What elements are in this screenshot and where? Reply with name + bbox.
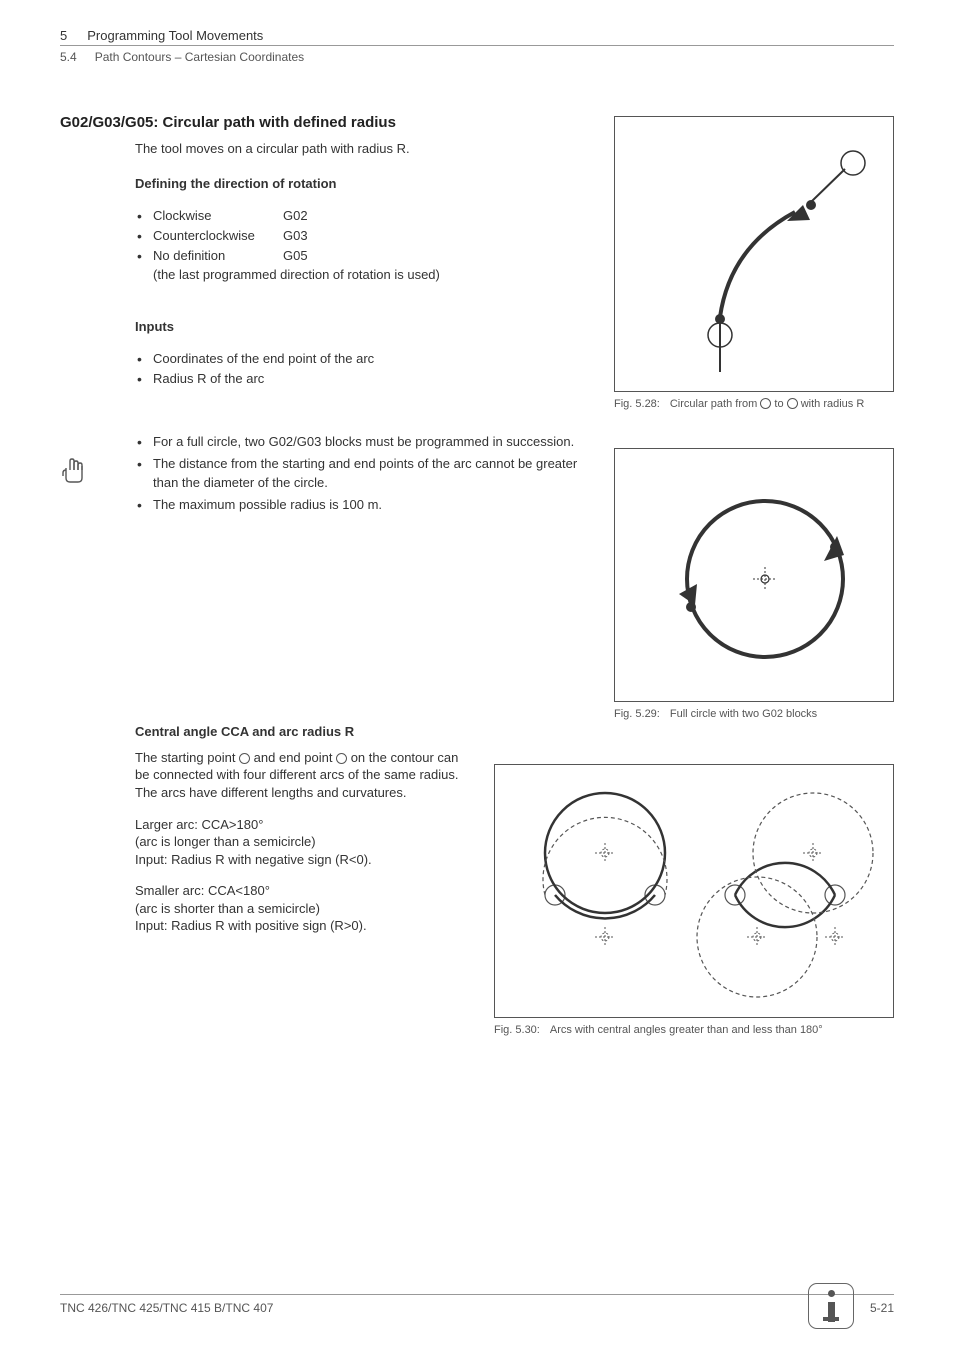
chapter-number: 5 bbox=[60, 28, 67, 43]
cca-heading: Central angle CCA and arc radius R bbox=[135, 724, 465, 739]
inputs-list: Coordinates of the end point of the arc … bbox=[135, 350, 635, 388]
rotation-list: Clockwise G02 Counterclockwise G03 No de… bbox=[135, 207, 635, 284]
figure-5-28-caption: Fig. 5.28: Circular path from to with ra… bbox=[614, 398, 894, 410]
smaller-arc-block: Smaller arc: CCA<180° (arc is shorter th… bbox=[135, 882, 465, 935]
note-hand-icon bbox=[60, 456, 88, 486]
notes-list: For a full circle, two G02/G03 blocks mu… bbox=[135, 433, 605, 514]
footer-left: TNC 426/TNC 425/TNC 415 B/TNC 407 bbox=[60, 1301, 273, 1315]
rotation-item: Counterclockwise G03 bbox=[135, 227, 635, 245]
figure-5-29 bbox=[614, 448, 894, 702]
figure-5-30-caption: Fig. 5.30: Arcs with central angles grea… bbox=[494, 1024, 894, 1036]
cca-description: The starting point and end point on the … bbox=[135, 749, 465, 802]
chapter-header: 5 Programming Tool Movements bbox=[60, 28, 894, 46]
rotation-item: Clockwise G02 bbox=[135, 207, 635, 225]
page-footer: TNC 426/TNC 425/TNC 415 B/TNC 407 5-21 bbox=[60, 1294, 894, 1315]
inputs-item: Coordinates of the end point of the arc bbox=[135, 350, 635, 368]
start-point-icon bbox=[239, 753, 250, 764]
section-number: 5.4 bbox=[60, 50, 77, 64]
section-title: Path Contours – Cartesian Coordinates bbox=[95, 50, 304, 64]
note-item: The distance from the starting and end p… bbox=[135, 455, 605, 491]
end-point-icon bbox=[336, 753, 347, 764]
start-point-icon bbox=[760, 398, 771, 409]
figure-5-30 bbox=[494, 764, 894, 1018]
rotation-subhead: Defining the direction of rotation bbox=[135, 176, 635, 191]
inputs-subhead: Inputs bbox=[135, 319, 635, 334]
rotation-item: No definition G05 (the last programmed d… bbox=[135, 247, 635, 283]
note-item: The maximum possible radius is 100 m. bbox=[135, 496, 605, 514]
info-icon bbox=[808, 1283, 854, 1329]
section-header: 5.4 Path Contours – Cartesian Coordinate… bbox=[60, 50, 894, 64]
cca-block: Central angle CCA and arc radius R The s… bbox=[135, 724, 465, 935]
footer-right: 5-21 bbox=[870, 1301, 894, 1315]
inputs-item: Radius R of the arc bbox=[135, 370, 635, 388]
note-block: For a full circle, two G02/G03 blocks mu… bbox=[135, 433, 605, 514]
note-item: For a full circle, two G02/G03 blocks mu… bbox=[135, 433, 605, 451]
figure-5-29-caption: Fig. 5.29: Full circle with two G02 bloc… bbox=[614, 708, 894, 720]
larger-arc-block: Larger arc: CCA>180° (arc is longer than… bbox=[135, 816, 465, 869]
intro-text: The tool moves on a circular path with r… bbox=[135, 141, 635, 156]
chapter-title: Programming Tool Movements bbox=[87, 28, 263, 43]
figure-5-28 bbox=[614, 116, 894, 392]
body-column: The tool moves on a circular path with r… bbox=[135, 141, 635, 388]
end-point-icon bbox=[787, 398, 798, 409]
